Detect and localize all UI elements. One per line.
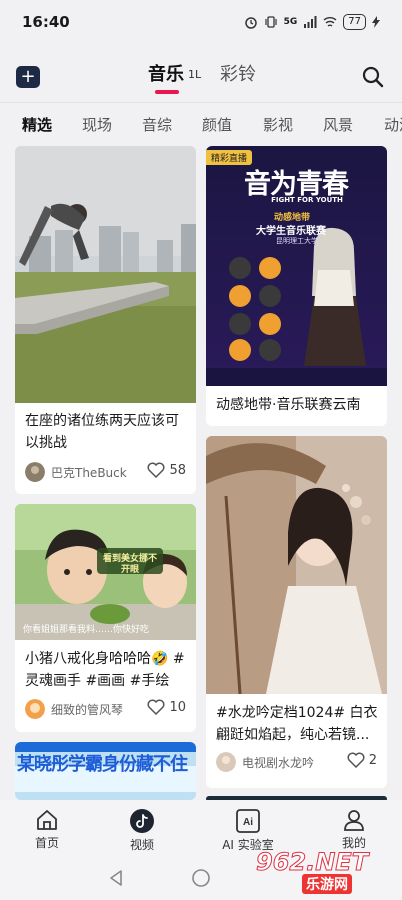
watermark-main: 962.NET xyxy=(255,848,369,877)
video-title: 小猪八戒化身哈哈哈🤣 #灵魂画手 #画画 #手绘 xyxy=(25,651,185,689)
heart-icon xyxy=(347,752,365,768)
wifi-icon xyxy=(323,17,337,27)
active-tab-indicator xyxy=(155,90,179,94)
add-button[interactable]: + xyxy=(16,66,40,88)
like-button[interactable]: 58 xyxy=(147,462,186,478)
alarm-icon xyxy=(244,17,257,29)
like-button[interactable]: 2 xyxy=(347,752,377,768)
category-scenery[interactable]: 风景 xyxy=(323,114,353,135)
video-title: 在座的诸位练两天应该可以挑战 xyxy=(25,413,179,451)
music-tab-badge: 1L xyxy=(188,68,202,81)
status-time: 16:40 xyxy=(22,13,70,31)
battery-indicator: 77 xyxy=(343,14,366,30)
video-author: 细致的管风琴 xyxy=(25,699,123,719)
status-bar: 16:40 5G 77 xyxy=(0,0,402,44)
author-name: 电视剧水龙吟 xyxy=(242,755,315,770)
category-film[interactable]: 影视 xyxy=(263,114,293,135)
category-tabs: 精选 现场 音综 颜值 影视 风景 动漫 xyxy=(0,110,402,140)
video-card[interactable]: 某晓彤学霸身份藏不住 xyxy=(15,742,196,800)
category-anime[interactable]: 动漫 xyxy=(384,114,402,135)
watermark-sub: 乐游网 xyxy=(302,874,352,894)
video-author: 电视剧水龙吟 xyxy=(216,752,314,772)
author-name: 巴克TheBuck xyxy=(51,465,127,480)
heart-icon xyxy=(147,462,165,478)
signal-icon xyxy=(304,16,317,28)
tab-ringtone[interactable]: 彩铃 xyxy=(220,60,256,86)
back-icon[interactable] xyxy=(106,868,126,888)
nav-video-label: 视频 xyxy=(129,838,154,852)
ai-icon: Ai xyxy=(236,809,260,833)
author-name: 细致的管风琴 xyxy=(51,702,124,717)
top-header: + 音乐 1L 彩铃 xyxy=(0,52,402,98)
poster-subtitle: FIGHT FOR YOUTH xyxy=(271,196,343,204)
category-live[interactable]: 现场 xyxy=(82,114,112,135)
nav-profile[interactable]: 我的 xyxy=(314,808,394,851)
video-author: 巴克TheBuck xyxy=(25,462,127,482)
category-variety[interactable]: 音综 xyxy=(142,114,172,135)
vibrate-icon xyxy=(265,16,277,28)
video-thumbnail xyxy=(206,436,387,694)
category-looks[interactable]: 颜值 xyxy=(202,114,232,135)
charging-icon xyxy=(372,16,380,28)
avatar xyxy=(25,699,45,719)
video-card[interactable]: 看到美女挪不开眼 你看姐姐那看我料……你快好吃 小猪八戒化身哈哈哈🤣 #灵魂画手… xyxy=(15,504,196,732)
video-card[interactable]: 在座的诸位练两天应该可以挑战 巴克TheBuck 58 xyxy=(15,146,196,494)
video-title: 动感地带·音乐联赛云南 xyxy=(216,397,361,413)
video-card[interactable]: #水龙吟定档1024# 白衣翩跹如焰起，纯心若镜... 电视剧水龙吟 2 xyxy=(206,436,387,788)
watermark-logo: 962.NET 乐游网 xyxy=(255,848,396,894)
live-card[interactable]: 精彩直播 音为青春 FIGHT FOR YOUTH 动感地带 大学生音乐联赛 昆… xyxy=(206,146,387,426)
nav-home[interactable]: 首页 xyxy=(7,808,87,851)
thumbnail-banner: 某晓彤学霸身份藏不住 xyxy=(17,754,188,775)
avatar xyxy=(25,462,45,482)
thumbnail-subtitle: 你看姐姐那看我料……你快好吃 xyxy=(23,625,150,635)
avatar xyxy=(216,752,236,772)
status-icons: 5G 77 xyxy=(244,14,380,30)
poster-venue: 昆明理工大学 xyxy=(276,237,318,245)
nav-home-label: 首页 xyxy=(34,836,59,850)
profile-icon xyxy=(344,810,364,831)
like-button[interactable]: 10 xyxy=(147,699,186,715)
nav-ai-lab[interactable]: Ai AI 实验室 xyxy=(208,808,288,853)
video-title: #水龙吟定档1024# 白衣翩跹如焰起，纯心若镜... xyxy=(216,705,378,743)
search-button[interactable] xyxy=(360,64,386,90)
home-icon xyxy=(37,810,57,830)
tiktok-icon xyxy=(130,809,154,833)
network-label: 5G xyxy=(283,17,298,27)
category-featured[interactable]: 精选 xyxy=(22,114,52,135)
header-divider xyxy=(0,102,402,103)
tab-music[interactable]: 音乐 xyxy=(148,60,184,86)
video-thumbnail xyxy=(15,146,196,403)
svg-text:Ai: Ai xyxy=(243,817,253,828)
thumbnail-caption: 看到美女挪不开眼 xyxy=(102,554,157,575)
poster-event: 大学生音乐联赛 xyxy=(256,226,326,237)
nav-video[interactable]: 视频 xyxy=(102,808,182,853)
home-circle-icon[interactable] xyxy=(191,868,211,888)
heart-icon xyxy=(147,699,165,715)
like-count: 10 xyxy=(169,699,186,715)
like-count: 58 xyxy=(169,462,186,478)
plus-icon: + xyxy=(20,66,36,87)
search-icon xyxy=(362,66,384,88)
like-count: 2 xyxy=(368,752,377,768)
